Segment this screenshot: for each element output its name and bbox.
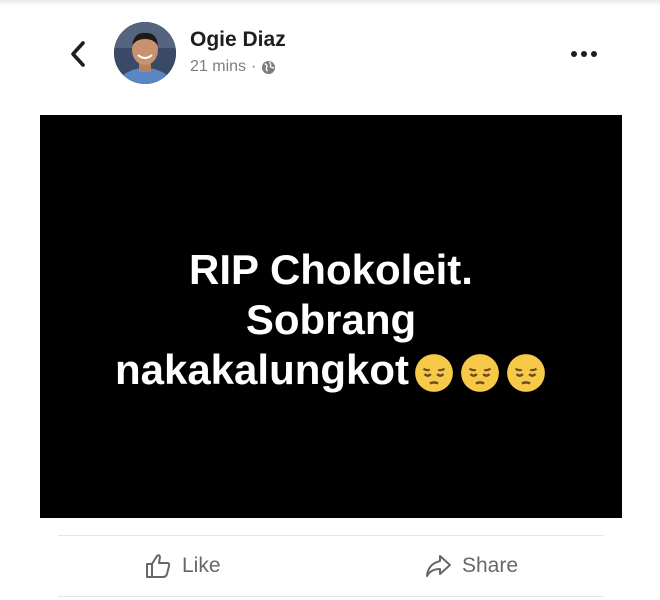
like-label: Like: [182, 554, 221, 577]
more-options-button[interactable]: [566, 40, 602, 68]
emoji-group: [409, 346, 547, 393]
back-button[interactable]: [62, 36, 94, 72]
post-text: RIP Chokoleit. Sobrang nakakalungkot: [115, 245, 547, 395]
share-arrow-icon: [426, 555, 451, 577]
post-text-line-2: Sobrang: [245, 295, 417, 343]
meta-separator: ·: [251, 58, 257, 75]
more-dots-icon: [571, 51, 597, 57]
actions-divider-bottom: [58, 596, 604, 597]
post-actions: Like Share: [40, 540, 622, 592]
post-time[interactable]: 21 mins: [190, 58, 246, 76]
chevron-left-icon: [71, 41, 85, 67]
post-text-line-3: nakakalungkot: [115, 345, 547, 395]
avatar[interactable]: [114, 22, 176, 84]
post-text-line-3-text: nakakalungkot: [114, 345, 410, 393]
status-bar-fade: [0, 0, 660, 6]
pensive-face-icon: [507, 353, 545, 392]
post-header: Ogie Diaz 21 mins ·: [0, 18, 660, 90]
post-meta: 21 mins ·: [190, 58, 276, 76]
pensive-face-icon: [461, 353, 499, 392]
share-button[interactable]: Share: [424, 540, 518, 592]
share-label: Share: [462, 554, 519, 577]
post-text-line-1: RIP Chokoleit.: [189, 245, 473, 293]
actions-divider-top: [58, 535, 604, 536]
thumbs-up-icon: [146, 554, 171, 578]
post-image[interactable]: RIP Chokoleit. Sobrang nakakalungkot: [40, 115, 622, 518]
author-name[interactable]: Ogie Diaz: [190, 28, 286, 52]
pensive-face-icon: [415, 353, 453, 392]
profile-photo: [114, 22, 176, 84]
globe-icon: [262, 60, 276, 74]
like-button[interactable]: Like: [144, 540, 221, 592]
